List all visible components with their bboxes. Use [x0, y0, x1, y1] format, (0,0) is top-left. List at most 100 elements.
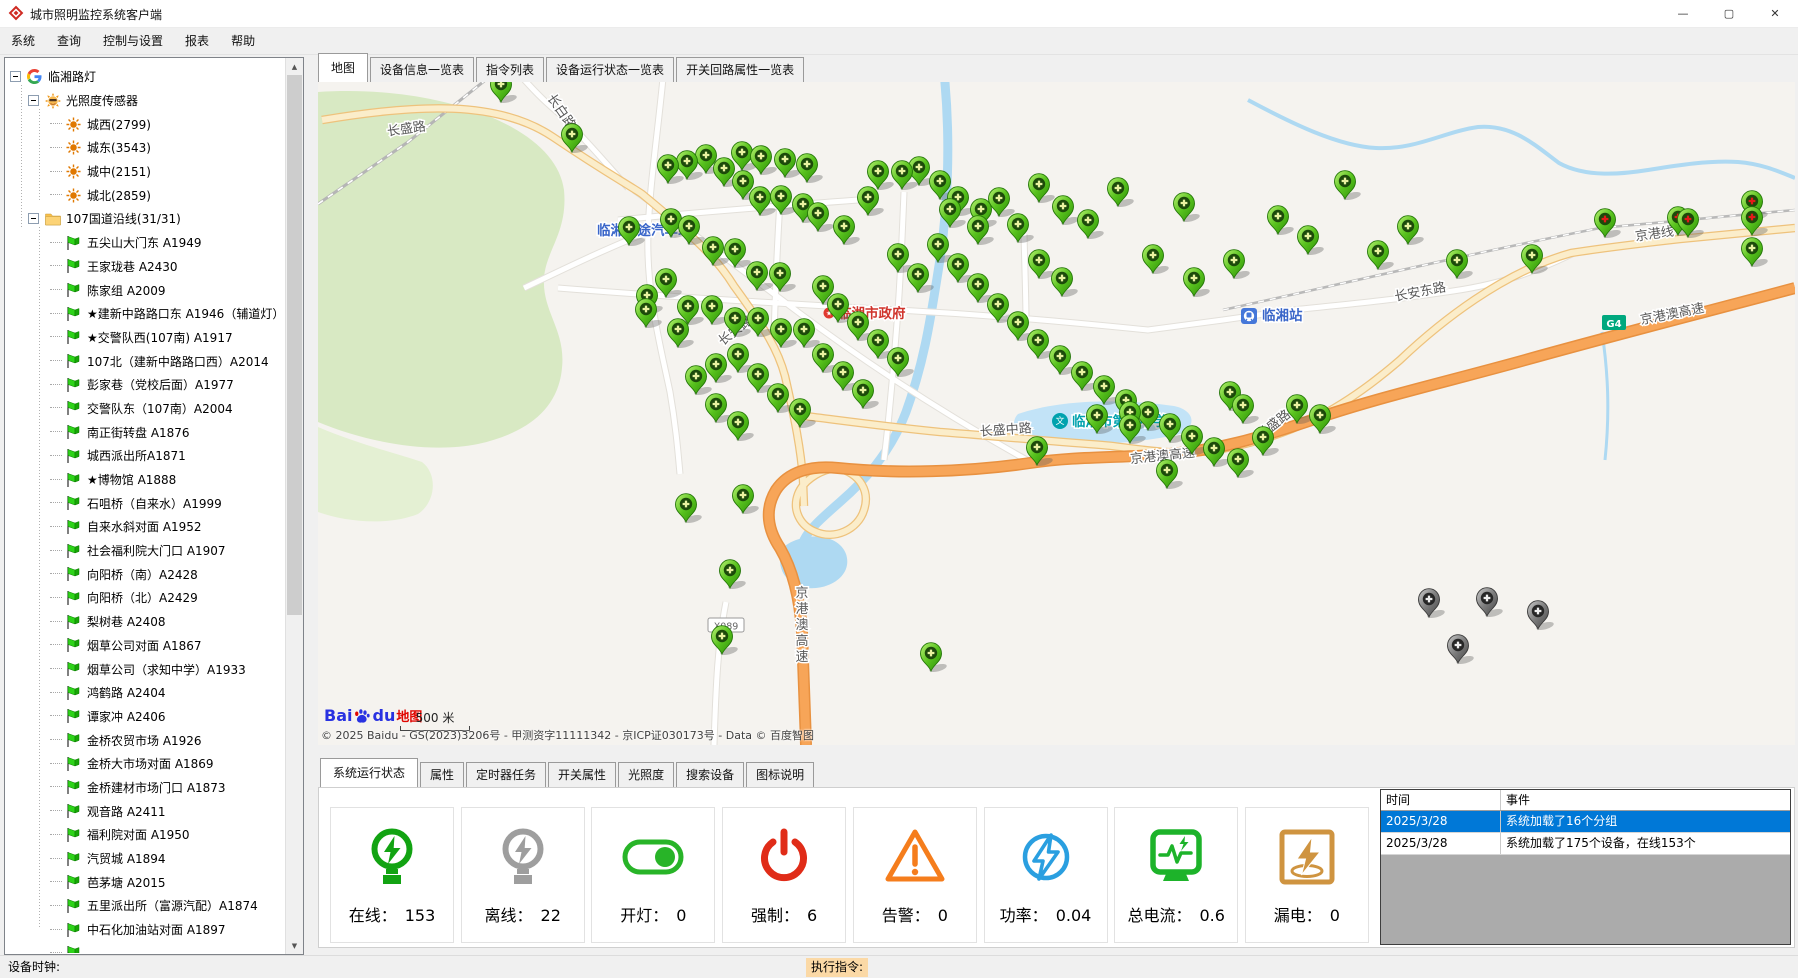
- menu-item[interactable]: 系统: [0, 28, 46, 54]
- tree-connector: [50, 123, 62, 125]
- tree-device[interactable]: 交警队东（107南）A2004: [6, 397, 285, 421]
- panel-tab[interactable]: 定时器任务: [466, 762, 546, 787]
- tree-device[interactable]: 王家珑巷 A2430: [6, 255, 285, 279]
- tree-device[interactable]: 陈家组 A2009: [6, 278, 285, 302]
- tree-device[interactable]: 汽贸城 A1894: [6, 847, 285, 871]
- tree-device[interactable]: 五尖山大门东 A1949: [6, 231, 285, 255]
- tree-device[interactable]: 谭家冲 A2406: [6, 705, 285, 729]
- tree-device[interactable]: 观音路 A2411: [6, 799, 285, 823]
- tree-device[interactable]: 烟草公司（求知中学）A1933: [6, 657, 285, 681]
- tree-connector: [50, 952, 62, 953]
- tree-item-label: 汽贸城 A1894: [87, 850, 166, 867]
- tree-device[interactable]: 城西(2799): [6, 112, 285, 136]
- tree-device[interactable]: 中石化加油站对面 A1897: [6, 918, 285, 942]
- tree-device[interactable]: 梨树巷 A2408: [6, 610, 285, 634]
- tree-item-label: 城东(3543): [87, 139, 151, 156]
- status-card-bulb: 离线：22: [461, 807, 585, 943]
- tree-device[interactable]: 鸿鹤路 A2404: [6, 681, 285, 705]
- tree-device[interactable]: 向阳桥（北）A2429: [6, 586, 285, 610]
- tree-connector: [50, 715, 62, 717]
- scroll-down-icon[interactable]: ▼: [286, 937, 303, 954]
- expand-collapse-icon[interactable]: [28, 95, 39, 106]
- tree-device[interactable]: 金桥建材市场门口 A1873: [6, 776, 285, 800]
- panel-tab[interactable]: 开关属性: [548, 762, 616, 787]
- event-log[interactable]: 时间事件2025/3/28 12:15:08系统加载了16个分组2025/3/2…: [1380, 789, 1791, 945]
- tree-device[interactable]: 城东(3543): [6, 136, 285, 160]
- tree-device[interactable]: [6, 941, 285, 953]
- expand-collapse-icon[interactable]: [28, 213, 39, 224]
- tree-connector: [50, 384, 62, 386]
- title-bar: 城市照明监控系统客户端 —▢✕: [0, 0, 1798, 28]
- tree-device[interactable]: 向阳桥（南）A2428: [6, 562, 285, 586]
- tree-item-label: 烟草公司（求知中学）A1933: [87, 661, 246, 678]
- tree-group[interactable]: 107国道沿线(31/31): [6, 207, 285, 231]
- flag-icon: [64, 258, 83, 274]
- tree-item-label: 观音路 A2411: [87, 803, 166, 820]
- tree-connector: [50, 502, 62, 504]
- map-tabstrip: 地图设备信息一览表指令列表设备运行状态一览表开关回路属性一览表: [318, 57, 806, 82]
- expand-collapse-icon[interactable]: [10, 71, 21, 82]
- tree-device[interactable]: 南正街转盘 A1876: [6, 420, 285, 444]
- tree-device[interactable]: ★交警队西(107南) A1917: [6, 326, 285, 350]
- map-tab[interactable]: 设备信息一览表: [370, 57, 474, 82]
- road-label: 高: [795, 633, 808, 649]
- tree-device[interactable]: 自来水斜对面 A1952: [6, 515, 285, 539]
- tree-item-label: 五尖山大门东 A1949: [87, 234, 202, 251]
- tree-connector: [50, 573, 62, 575]
- event-log-row[interactable]: 2025/3/28 12:15:08系统加载了16个分组: [1381, 811, 1790, 833]
- tree-device[interactable]: 芭茅塘 A2015: [6, 870, 285, 894]
- tree-device[interactable]: ★博物馆 A1888: [6, 468, 285, 492]
- panel-tab[interactable]: 属性: [420, 762, 464, 787]
- paw-icon: [353, 708, 371, 724]
- menu-item[interactable]: 查询: [46, 28, 92, 54]
- close-button[interactable]: ✕: [1752, 0, 1798, 27]
- tree-device[interactable]: 彭家巷（党校后面）A1977: [6, 373, 285, 397]
- tree-device[interactable]: 金桥大市场对面 A1869: [6, 752, 285, 776]
- park-area: [318, 91, 564, 448]
- map-tab[interactable]: 设备运行状态一览表: [546, 57, 674, 82]
- tree-root[interactable]: 临湘路灯: [6, 65, 285, 89]
- menu-item[interactable]: 帮助: [220, 28, 266, 54]
- warning-icon: [883, 818, 947, 896]
- flag-icon: [64, 708, 83, 724]
- tree-device[interactable]: 107北（建新中路路口西）A2014: [6, 349, 285, 373]
- sun-icon: [64, 188, 83, 203]
- map-tab[interactable]: 指令列表: [476, 57, 544, 82]
- tree-item-label: 交警队东（107南）A2004: [87, 400, 233, 417]
- minimize-button[interactable]: —: [1660, 0, 1706, 27]
- tree-device[interactable]: 城中(2151): [6, 160, 285, 184]
- scroll-thumb[interactable]: [287, 75, 302, 615]
- tree-item-label: ★博物馆 A1888: [87, 471, 176, 488]
- tree-item-label: 自来水斜对面 A1952: [87, 518, 202, 535]
- tree-device[interactable]: 城北(2859): [6, 183, 285, 207]
- tree-connector: [50, 431, 62, 433]
- panel-tab[interactable]: 图标说明: [746, 762, 814, 787]
- flag-icon: [64, 590, 83, 606]
- maximize-button[interactable]: ▢: [1706, 0, 1752, 27]
- map-view[interactable]: 长盛路长白路长安路长盛中路长盛路长安东路京港线京港澳高速京港澳高速京港澳高速X0…: [318, 82, 1795, 745]
- flag-icon: [64, 448, 83, 464]
- menu-item[interactable]: 报表: [174, 28, 220, 54]
- panel-tab[interactable]: 光照度: [618, 762, 674, 787]
- tree-device[interactable]: ★建新中路路口东 A1946（辅道灯）: [6, 302, 285, 326]
- tree-device[interactable]: 城西派出所A1871: [6, 444, 285, 468]
- tree-connector: [50, 905, 62, 907]
- status-card-label: 总电流：0.6: [1127, 902, 1224, 926]
- panel-tab[interactable]: 搜索设备: [676, 762, 744, 787]
- tree-connector: [50, 668, 62, 670]
- tree-device[interactable]: 金桥农贸市场 A1926: [6, 728, 285, 752]
- scroll-up-icon[interactable]: ▲: [286, 58, 303, 75]
- event-log-row[interactable]: 2025/3/28 12:15:08系统加载了175个设备，在线153个: [1381, 833, 1790, 855]
- map-tab[interactable]: 开关回路属性一览表: [676, 57, 804, 82]
- map-tab[interactable]: 地图: [318, 53, 368, 82]
- tree-device[interactable]: 烟草公司对面 A1867: [6, 634, 285, 658]
- tree-group[interactable]: 光照度传感器: [6, 89, 285, 113]
- tree-device[interactable]: 福利院对面 A1950: [6, 823, 285, 847]
- tree-device[interactable]: 五里派出所（富源汽配）A1874: [6, 894, 285, 918]
- tree-scrollbar[interactable]: ▲ ▼: [285, 58, 303, 954]
- device-tree-panel: 临湘路灯光照度传感器城西(2799) 城东(3543) 城中(2151)城北(285…: [4, 57, 304, 955]
- panel-tab[interactable]: 系统运行状态: [320, 758, 418, 787]
- menu-item[interactable]: 控制与设置: [92, 28, 174, 54]
- tree-device[interactable]: 石咀桥（自来水）A1999: [6, 491, 285, 515]
- tree-device[interactable]: 社会福利院大门口 A1907: [6, 539, 285, 563]
